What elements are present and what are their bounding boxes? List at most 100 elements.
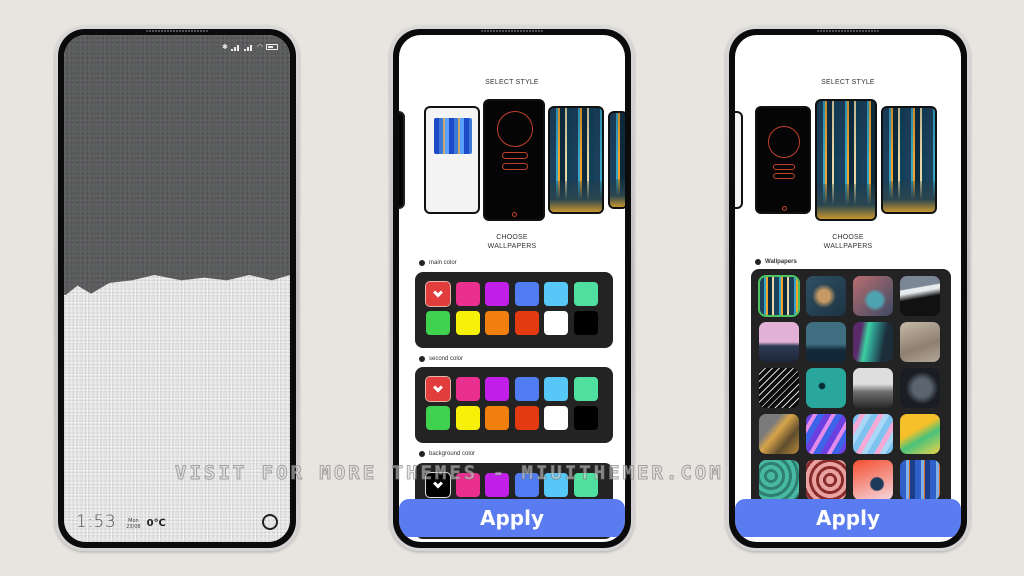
color-swatch[interactable]: [485, 473, 509, 497]
neon-dot: [512, 212, 517, 217]
date-block: Mon 23/08: [126, 518, 140, 530]
style-card-neon-outline[interactable]: [483, 99, 545, 221]
clock-time: 1:53: [76, 512, 117, 532]
wallpaper-dark-texture: [64, 35, 290, 295]
wifi-icon: ◠: [256, 43, 263, 51]
wallpaper-thumb-city-night[interactable]: [758, 275, 800, 317]
wallpaper-thumb-purple-fluid[interactable]: [806, 414, 846, 454]
wallpaper-grid: [751, 269, 951, 524]
section-label: background color: [429, 451, 476, 457]
wallpaper-thumb-teal-water-kayak[interactable]: [806, 368, 846, 408]
battery-icon: [266, 44, 278, 50]
checkmark-icon: [433, 287, 443, 298]
wallpaper-thumb-pastel-fluid[interactable]: [853, 414, 893, 454]
wallpaper-thumb-golden-abstract[interactable]: [759, 414, 799, 454]
color-swatch[interactable]: [514, 282, 539, 306]
style-card-city-night[interactable]: [815, 99, 877, 221]
bullet-icon: [419, 451, 425, 457]
color-swatch[interactable]: [544, 377, 568, 401]
lockscreen-widget: 1:53 Mon 23/08 0℃: [76, 512, 278, 532]
wallpaper-thumb-pink-dusk-hills[interactable]: [759, 322, 799, 362]
preview-photo: [434, 118, 472, 154]
neon-pill: [773, 164, 795, 170]
wallpaper-thumb-teal-marble[interactable]: [759, 460, 799, 500]
color-swatch[interactable]: [544, 406, 568, 430]
wallpaper-thumb-red-marble[interactable]: [806, 460, 846, 500]
color-swatch[interactable]: [455, 377, 480, 401]
second-color-label: second color: [419, 356, 463, 362]
theme-settings-screen: SELECT STYLE CHOOSE WALLPAPERS main colo…: [399, 35, 625, 542]
speaker-grille: [817, 30, 879, 32]
speaker-grille: [481, 30, 543, 32]
style-card-neon-outline[interactable]: [755, 106, 811, 214]
wallpaper-thumb-black-waves[interactable]: [759, 368, 799, 408]
signal-icon: [243, 44, 254, 51]
color-swatch[interactable]: [485, 311, 509, 335]
wallpaper-thumb-aurora[interactable]: [853, 322, 893, 362]
color-swatch[interactable]: [426, 406, 450, 430]
color-swatch[interactable]: [455, 473, 480, 497]
wallpaper-thumb-aerial-lake[interactable]: [853, 276, 893, 316]
color-swatch[interactable]: [514, 473, 539, 497]
background-color-label: background color: [419, 451, 475, 457]
style-carousel[interactable]: [735, 99, 961, 224]
wallpaper-thumb-aerial-forest[interactable]: [806, 276, 846, 316]
select-style-title: SELECT STYLE: [821, 79, 875, 86]
style-card-city-night-alt[interactable]: [881, 106, 937, 214]
neon-pill: [502, 152, 528, 159]
color-swatch[interactable]: [455, 282, 480, 306]
apply-button[interactable]: Apply: [735, 499, 961, 537]
theme-settings-screen: SELECT STYLE CHOOSE WALLPAPERS Wallpaper: [735, 35, 961, 542]
wallpaper-thumb-misty-forest[interactable]: [853, 368, 893, 408]
style-carousel[interactable]: [399, 99, 625, 224]
main-color-label: main color: [419, 260, 457, 266]
bullet-icon: [755, 259, 761, 265]
second-color-palette: [415, 367, 613, 443]
style-card-city-night[interactable]: [548, 106, 604, 214]
apply-button[interactable]: Apply: [399, 499, 625, 537]
color-swatch[interactable]: [485, 377, 509, 401]
color-swatch[interactable]: [573, 377, 598, 401]
color-swatch[interactable]: [544, 473, 568, 497]
color-swatch[interactable]: [514, 377, 539, 401]
bluetooth-icon: ✱: [222, 43, 228, 51]
camera-shortcut-icon[interactable]: [262, 514, 278, 530]
section-label: Wallpapers: [765, 259, 797, 265]
color-swatch[interactable]: [485, 406, 509, 430]
style-card-partial-left[interactable]: [735, 111, 743, 209]
color-swatch[interactable]: [573, 311, 598, 335]
main-color-palette: [415, 272, 613, 348]
color-swatch[interactable]: [455, 311, 480, 335]
choose-wallpapers-title: CHOOSE WALLPAPERS: [735, 233, 961, 251]
color-swatch[interactable]: [455, 406, 480, 430]
color-swatch[interactable]: [426, 311, 450, 335]
neon-clock-ring: [497, 111, 533, 147]
temperature: 0℃: [146, 518, 166, 529]
color-swatch[interactable]: [425, 281, 451, 307]
style-card-partial-left[interactable]: [399, 111, 405, 209]
wallpaper-thumb-yellow-green-fluid[interactable]: [900, 414, 940, 454]
wallpaper-thumb-snowy-mountain[interactable]: [900, 276, 940, 316]
style-card-partial-right[interactable]: [608, 111, 625, 209]
wallpaper-thumb-blue-abstract[interactable]: [900, 460, 940, 500]
color-swatch[interactable]: [425, 376, 451, 402]
wallpaper-thumb-beige-clouds[interactable]: [900, 322, 940, 362]
heading-line: CHOOSE: [832, 234, 864, 241]
color-swatch[interactable]: [573, 282, 598, 306]
color-swatch[interactable]: [573, 406, 598, 430]
color-swatch[interactable]: [485, 282, 509, 306]
color-swatch[interactable]: [514, 311, 539, 335]
wallpaper-thumb-grey-owl[interactable]: [900, 368, 940, 408]
select-style-title: SELECT STYLE: [485, 79, 539, 86]
color-swatch[interactable]: [514, 406, 539, 430]
style-card-minimal-white[interactable]: [424, 106, 480, 214]
phone-theme-wallpapers: SELECT STYLE CHOOSE WALLPAPERS Wallpaper: [726, 26, 970, 551]
wallpaper-thumb-orange-splash[interactable]: [853, 460, 893, 500]
color-swatch[interactable]: [425, 472, 451, 498]
wallpaper-light-texture: [64, 275, 290, 542]
wallpaper-thumb-starry-treeline[interactable]: [806, 322, 846, 362]
color-swatch[interactable]: [544, 311, 568, 335]
color-swatch[interactable]: [544, 282, 568, 306]
color-swatch[interactable]: [573, 473, 598, 497]
neon-clock-ring: [768, 126, 800, 158]
